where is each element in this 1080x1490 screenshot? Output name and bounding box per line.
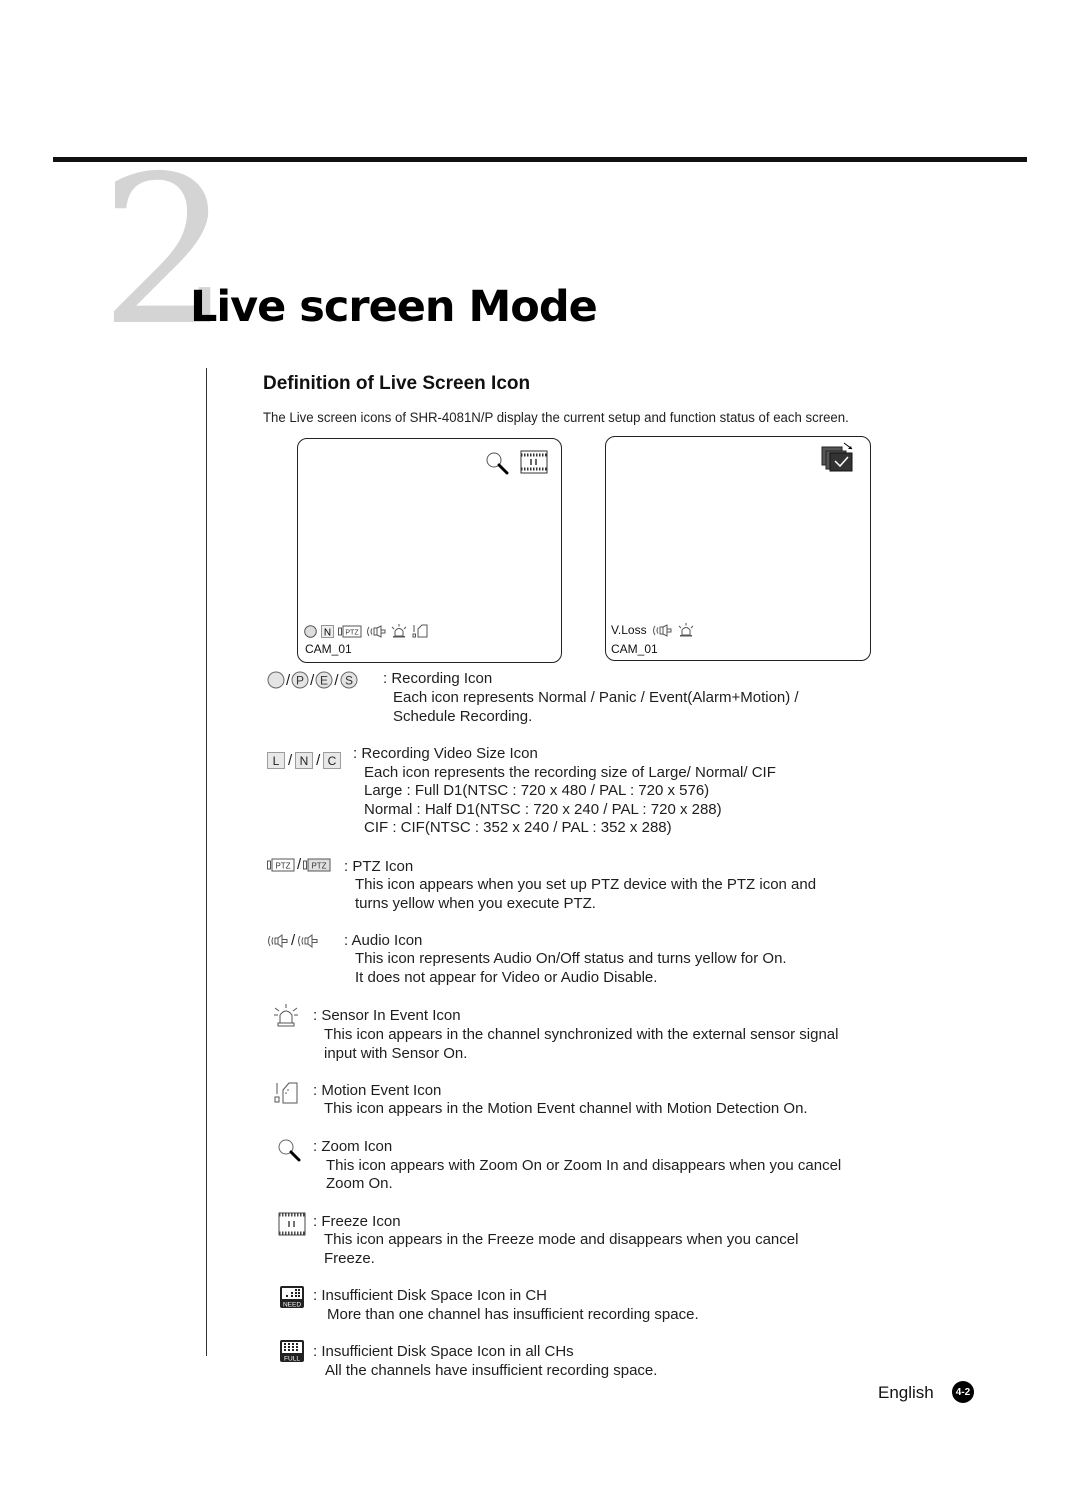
recording-event-icon: E <box>315 671 333 689</box>
audio-icon <box>652 623 672 637</box>
video-size-icons: L / N / C <box>267 752 342 769</box>
freeze-icon <box>520 450 548 474</box>
camera-label: CAM_01 <box>611 642 658 656</box>
recording-panic-icon: P <box>291 671 309 689</box>
freeze-icon-label: : Freeze Icon <box>313 1213 401 1230</box>
status-row: V.Loss <box>611 623 695 637</box>
audio-desc-2: It does not appear for Video or Audio Di… <box>355 969 658 986</box>
sensor-desc-2: input with Sensor On. <box>324 1045 468 1062</box>
size-large-icon: L <box>267 752 285 769</box>
audio-on-icon <box>298 933 318 948</box>
svg-text:FULL: FULL <box>284 1356 300 1363</box>
svg-text:N: N <box>300 754 309 768</box>
svg-text:N: N <box>324 627 331 638</box>
sensor-icon-label: : Sensor In Event Icon <box>313 1007 461 1024</box>
video-size-desc-1: Each icon represents the recording size … <box>364 764 776 781</box>
zoom-desc-2: Zoom On. <box>326 1175 393 1192</box>
sensor-event-icon <box>391 624 407 638</box>
sensor-event-icon <box>678 623 693 637</box>
video-size-normal-icon: N <box>321 624 334 638</box>
page-number-badge: 4-2 <box>952 1381 974 1403</box>
zoom-icon <box>278 1139 301 1162</box>
motion-icon-label: : Motion Event Icon <box>313 1082 442 1099</box>
ptz-icon: PTZ <box>338 625 362 637</box>
zoom-icon-label: : Zoom Icon <box>313 1138 393 1155</box>
video-size-desc-3: Normal : Half D1(NTSC : 720 x 240 / PAL … <box>364 801 722 818</box>
disk-full-desc-1: All the channels have insufficient recor… <box>325 1362 658 1379</box>
sequence-check-icon <box>821 442 853 472</box>
disk-need-icon: NEED <box>280 1286 304 1308</box>
svg-text:S: S <box>345 674 353 688</box>
disk-need-desc-1: More than one channel has insufficient r… <box>327 1306 699 1323</box>
ptz-desc-2: turns yellow when you execute PTZ. <box>355 895 596 912</box>
svg-text:PTZ: PTZ <box>275 861 290 870</box>
freeze-desc-1: This icon appears in the Freeze mode and… <box>324 1231 799 1248</box>
size-normal-icon: N <box>295 752 314 769</box>
video-size-desc-2: Large : Full D1(NTSC : 720 x 480 / PAL :… <box>364 782 710 799</box>
video-size-icon-label: : Recording Video Size Icon <box>353 745 538 762</box>
ptz-icon-label: : PTZ Icon <box>344 858 414 875</box>
sensor-desc-1: This icon appears in the channel synchro… <box>324 1026 839 1043</box>
ptz-icons: PTZ / PTZ <box>267 856 331 873</box>
zoom-desc-1: This icon appears with Zoom On or Zoom I… <box>326 1157 842 1174</box>
recording-icon-desc-2: Schedule Recording. <box>393 708 533 725</box>
section-title: Definition of Live Screen Icon <box>263 373 531 394</box>
zoom-icon <box>486 452 509 475</box>
ptz-desc-1: This icon appears when you set up PTZ de… <box>355 876 817 893</box>
video-loss-label: V.Loss <box>611 623 647 637</box>
svg-text:P: P <box>296 674 304 688</box>
svg-text:E: E <box>320 674 328 688</box>
audio-icons: / <box>267 932 319 949</box>
motion-desc-1: This icon appears in the Motion Event ch… <box>324 1100 808 1117</box>
ptz-on-icon: PTZ <box>303 858 331 871</box>
freeze-desc-2: Freeze. <box>324 1250 375 1267</box>
freeze-icon <box>278 1212 306 1236</box>
recording-schedule-icon: S <box>340 671 358 689</box>
audio-icon-label: : Audio Icon <box>344 932 423 949</box>
sensor-event-icon <box>274 1004 298 1027</box>
recording-icon-desc-1: Each icon represents Normal / Panic / Ev… <box>393 689 799 706</box>
motion-event-icon <box>412 624 428 638</box>
section-intro: The Live screen icons of SHR-4081N/P dis… <box>263 410 849 426</box>
recording-normal-icon <box>304 624 317 638</box>
size-cif-icon: C <box>323 752 342 769</box>
footer-language: English <box>878 1383 934 1402</box>
motion-event-icon <box>274 1082 298 1104</box>
side-rule <box>206 368 207 1356</box>
svg-text:NEED: NEED <box>283 1302 301 1309</box>
audio-desc-1: This icon represents Audio On/Off status… <box>355 950 787 967</box>
disk-need-label: : Insufficient Disk Space Icon in CH <box>313 1287 547 1304</box>
recording-icons: / P / E / S <box>267 671 358 689</box>
ptz-off-icon: PTZ <box>267 858 295 871</box>
chapter-title: Live screen Mode <box>190 282 598 332</box>
disk-full-label: : Insufficient Disk Space Icon in all CH… <box>313 1343 574 1360</box>
camera-label: CAM_01 <box>305 642 352 656</box>
audio-off-icon <box>268 933 288 948</box>
live-screen-example-2: V.Loss CAM_01 <box>605 436 871 661</box>
svg-text:C: C <box>328 754 337 768</box>
status-icon-row: N PTZ <box>304 624 428 638</box>
svg-text:PTZ: PTZ <box>345 629 359 636</box>
disk-full-icon: FULL <box>280 1340 304 1362</box>
video-size-desc-4: CIF : CIF(NTSC : 352 x 240 / PAL : 352 x… <box>364 819 672 836</box>
recording-normal-icon <box>267 671 285 689</box>
recording-icon-label: : Recording Icon <box>383 670 493 687</box>
svg-text:L: L <box>273 754 280 768</box>
svg-text:PTZ: PTZ <box>312 861 327 870</box>
live-screen-example-1: N PTZ CAM_01 <box>297 438 562 663</box>
audio-icon <box>367 624 386 638</box>
